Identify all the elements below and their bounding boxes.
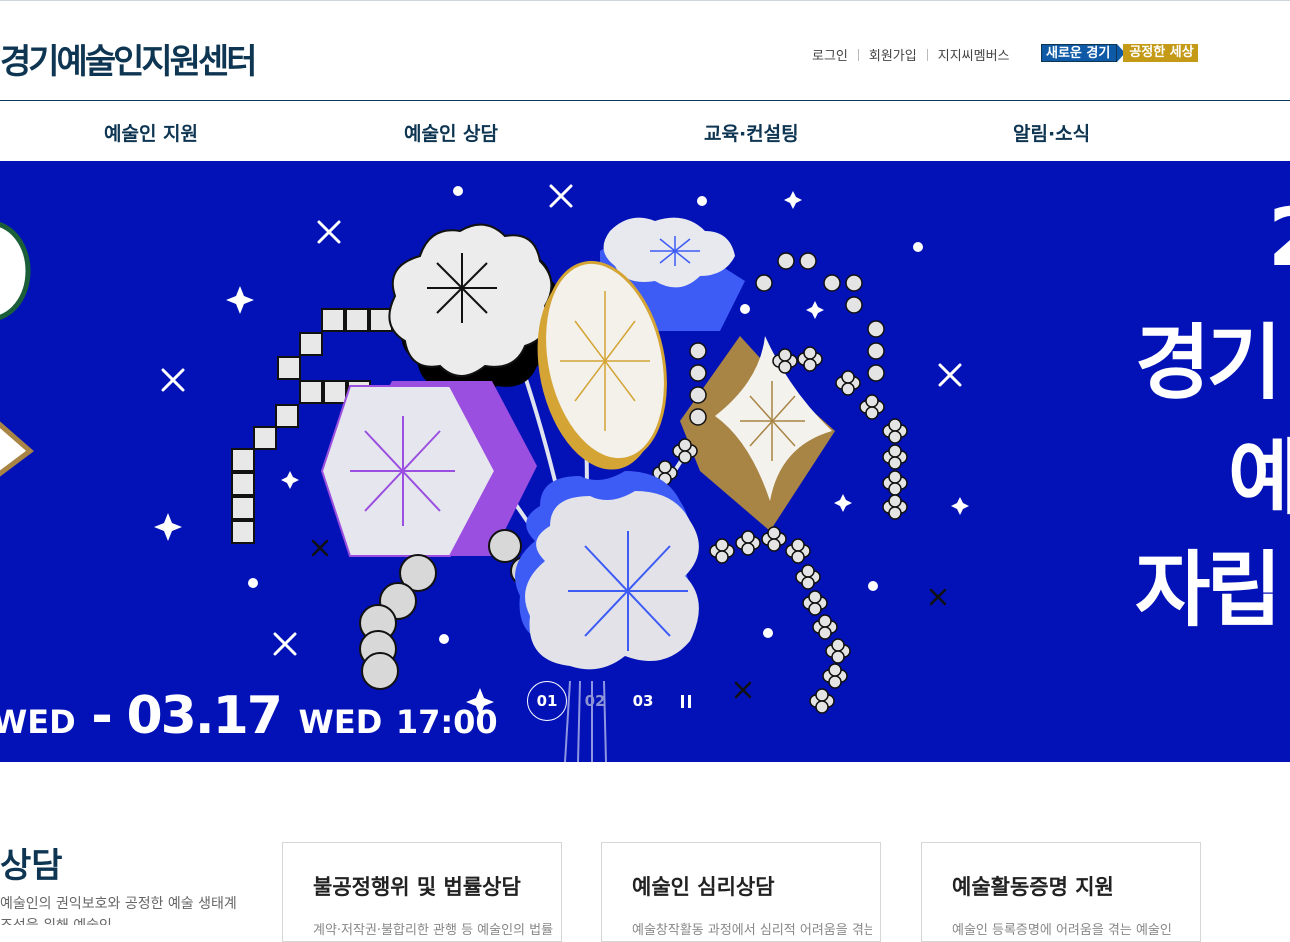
hero-title-line-2: 경기 [1135, 316, 1282, 411]
hero-illustration [0, 184, 969, 762]
card-title: 예술인 심리상담 [632, 875, 775, 899]
utility-menu: 로그인 회원가입 지지씨멤버스 [812, 45, 1010, 64]
card-description: 예술인 등록증명에 어려움을 겪는 예술인 [952, 923, 1172, 938]
date-time: 17:00 [395, 703, 498, 741]
site-logo[interactable]: 경기예술인지원센터 [0, 34, 258, 83]
members-link[interactable]: 지지씨멤버스 [938, 45, 1010, 64]
card-psych-consulting[interactable]: 예술인 심리상담 예술창작활동 과정에서 심리적 어려움을 겪는 [601, 842, 881, 942]
card-title: 예술활동증명 지원 [952, 875, 1114, 899]
nav-item-artist-support[interactable]: 예술인 지원 [104, 119, 198, 146]
hero-slider[interactable]: 2 경기 예 자립 WED - 03.17 WED 17:00 01 02 03 [0, 161, 1290, 762]
nav-item-news[interactable]: 알림·소식 [1013, 119, 1090, 146]
date-dash: - [91, 686, 113, 746]
divider [857, 48, 859, 61]
nav-item-education[interactable]: 교육·컨설팅 [704, 119, 799, 146]
card-legal-consulting[interactable]: 불공정행위 및 법률상담 계약·저작권·불합리한 관행 등 예술인의 법률 [282, 842, 562, 942]
card-activity-certificate[interactable]: 예술활동증명 지원 예술인 등록증명에 어려움을 겪는 예술인 [921, 842, 1201, 942]
site-header: 경기예술인지원센터 로그인 회원가입 지지씨멤버스 새로운 경기 공정한 세상 [0, 0, 1290, 101]
divider [926, 48, 928, 61]
slogan-right: 공정한 세상 [1123, 44, 1198, 62]
nav-item-artist-consulting[interactable]: 예술인 상담 [404, 119, 498, 146]
date-day-start: WED [0, 703, 76, 741]
card-description: 계약·저작권·불합리한 관행 등 예술인의 법률 [313, 923, 553, 938]
pager-item-2[interactable]: 02 [575, 681, 615, 721]
pager-item-1[interactable]: 01 [527, 681, 567, 721]
hero-title-line-1: 2 [1268, 191, 1290, 284]
date-day-end: WED [298, 703, 383, 741]
pause-icon[interactable] [671, 681, 701, 721]
signup-link[interactable]: 회원가입 [869, 45, 917, 64]
hero-date: WED - 03.17 WED 17:00 [0, 686, 498, 746]
hero-title-line-4: 자립 [1135, 543, 1282, 638]
slogan-left: 새로운 경기 [1041, 44, 1118, 62]
section-description: 예술인의 권익보호와 공정한 예술 생태계 조성을 위해 예술인 [0, 896, 237, 925]
slider-pager: 01 02 03 [527, 681, 701, 721]
section-title: 상담 [0, 846, 63, 886]
main-nav: 예술인 지원 예술인 상담 교육·컨설팅 알림·소식 [0, 101, 1290, 161]
card-description: 예술창작활동 과정에서 심리적 어려움을 겪는 [632, 923, 872, 938]
hero-title-line-3: 예 [1228, 431, 1290, 526]
login-link[interactable]: 로그인 [812, 45, 848, 64]
slogan-banner[interactable]: 새로운 경기 공정한 세상 [1041, 43, 1198, 63]
pager-item-3[interactable]: 03 [623, 681, 663, 721]
date-main: 03.17 [126, 686, 282, 746]
card-title: 불공정행위 및 법률상담 [313, 875, 521, 899]
